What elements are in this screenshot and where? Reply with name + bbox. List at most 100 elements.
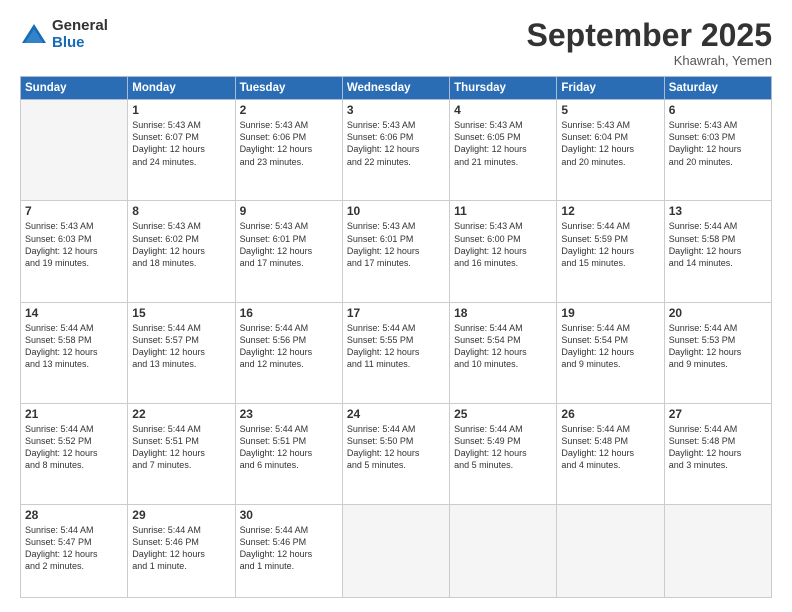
logo-icon (20, 21, 48, 49)
day-number: 7 (25, 204, 123, 218)
calendar-header-wednesday: Wednesday (342, 77, 449, 100)
day-info: Sunrise: 5:44 AM Sunset: 5:49 PM Dayligh… (454, 423, 552, 472)
calendar-cell: 5 Sunrise: 5:43 AM Sunset: 6:04 PM Daylig… (557, 100, 664, 201)
logo-text: General Blue (52, 18, 108, 51)
page: General Blue September 2025 Khawrah, Yem… (0, 0, 792, 612)
day-info: Sunrise: 5:44 AM Sunset: 5:59 PM Dayligh… (561, 220, 659, 269)
day-number: 21 (25, 407, 123, 421)
calendar-cell: 16 Sunrise: 5:44 AM Sunset: 5:56 PM Dayli… (235, 302, 342, 403)
day-info: Sunrise: 5:44 AM Sunset: 5:54 PM Dayligh… (454, 322, 552, 371)
day-info: Sunrise: 5:44 AM Sunset: 5:51 PM Dayligh… (132, 423, 230, 472)
calendar-cell: 6 Sunrise: 5:43 AM Sunset: 6:03 PM Daylig… (664, 100, 771, 201)
calendar-week-row: 14 Sunrise: 5:44 AM Sunset: 5:58 PM Dayli… (21, 302, 772, 403)
day-number: 3 (347, 103, 445, 117)
calendar-cell: 4 Sunrise: 5:43 AM Sunset: 6:05 PM Daylig… (450, 100, 557, 201)
calendar-cell (21, 100, 128, 201)
calendar-cell: 26 Sunrise: 5:44 AM Sunset: 5:48 PM Dayli… (557, 403, 664, 504)
calendar-cell: 19 Sunrise: 5:44 AM Sunset: 5:54 PM Dayli… (557, 302, 664, 403)
day-info: Sunrise: 5:43 AM Sunset: 6:05 PM Dayligh… (454, 119, 552, 168)
day-info: Sunrise: 5:44 AM Sunset: 5:52 PM Dayligh… (25, 423, 123, 472)
day-info: Sunrise: 5:44 AM Sunset: 5:57 PM Dayligh… (132, 322, 230, 371)
day-info: Sunrise: 5:44 AM Sunset: 5:47 PM Dayligh… (25, 524, 123, 573)
calendar-cell: 30Sunrise: 5:44 AM Sunset: 5:46 PM Dayli… (235, 505, 342, 598)
day-number: 30 (240, 508, 338, 522)
day-info: Sunrise: 5:43 AM Sunset: 6:04 PM Dayligh… (561, 119, 659, 168)
calendar-cell: 1 Sunrise: 5:43 AM Sunset: 6:07 PM Daylig… (128, 100, 235, 201)
day-number: 28 (25, 508, 123, 522)
day-info: Sunrise: 5:44 AM Sunset: 5:46 PM Dayligh… (132, 524, 230, 573)
day-number: 10 (347, 204, 445, 218)
day-number: 18 (454, 306, 552, 320)
day-number: 12 (561, 204, 659, 218)
day-number: 20 (669, 306, 767, 320)
day-number: 2 (240, 103, 338, 117)
day-info: Sunrise: 5:44 AM Sunset: 5:55 PM Dayligh… (347, 322, 445, 371)
day-info: Sunrise: 5:43 AM Sunset: 6:03 PM Dayligh… (669, 119, 767, 168)
calendar-cell: 13Sunrise: 5:44 AM Sunset: 5:58 PM Dayli… (664, 201, 771, 302)
day-info: Sunrise: 5:43 AM Sunset: 6:01 PM Dayligh… (347, 220, 445, 269)
calendar-cell: 24 Sunrise: 5:44 AM Sunset: 5:50 PM Dayli… (342, 403, 449, 504)
day-number: 1 (132, 103, 230, 117)
calendar-week-row: 1 Sunrise: 5:43 AM Sunset: 6:07 PM Daylig… (21, 100, 772, 201)
day-info: Sunrise: 5:44 AM Sunset: 5:48 PM Dayligh… (561, 423, 659, 472)
day-number: 8 (132, 204, 230, 218)
day-number: 22 (132, 407, 230, 421)
day-number: 4 (454, 103, 552, 117)
calendar-cell: 29 Sunrise: 5:44 AM Sunset: 5:46 PM Dayli… (128, 505, 235, 598)
day-info: Sunrise: 5:44 AM Sunset: 5:50 PM Dayligh… (347, 423, 445, 472)
day-info: Sunrise: 5:44 AM Sunset: 5:56 PM Dayligh… (240, 322, 338, 371)
calendar-header-row: SundayMondayTuesdayWednesdayThursdayFrid… (21, 77, 772, 100)
calendar-cell: 22 Sunrise: 5:44 AM Sunset: 5:51 PM Dayli… (128, 403, 235, 504)
calendar-header-saturday: Saturday (664, 77, 771, 100)
day-number: 14 (25, 306, 123, 320)
calendar-cell: 2 Sunrise: 5:43 AM Sunset: 6:06 PM Daylig… (235, 100, 342, 201)
calendar-header-tuesday: Tuesday (235, 77, 342, 100)
calendar-cell: 12 Sunrise: 5:44 AM Sunset: 5:59 PM Dayli… (557, 201, 664, 302)
day-info: Sunrise: 5:43 AM Sunset: 6:07 PM Dayligh… (132, 119, 230, 168)
day-info: Sunrise: 5:44 AM Sunset: 5:58 PM Dayligh… (25, 322, 123, 371)
day-number: 27 (669, 407, 767, 421)
calendar-cell: 23Sunrise: 5:44 AM Sunset: 5:51 PM Dayli… (235, 403, 342, 504)
day-number: 6 (669, 103, 767, 117)
logo-general-text: General (52, 18, 108, 35)
header: General Blue September 2025 Khawrah, Yem… (20, 18, 772, 68)
day-info: Sunrise: 5:43 AM Sunset: 6:06 PM Dayligh… (240, 119, 338, 168)
calendar-cell: 15 Sunrise: 5:44 AM Sunset: 5:57 PM Dayli… (128, 302, 235, 403)
day-number: 11 (454, 204, 552, 218)
day-info: Sunrise: 5:43 AM Sunset: 6:06 PM Dayligh… (347, 119, 445, 168)
calendar-cell: 25Sunrise: 5:44 AM Sunset: 5:49 PM Dayli… (450, 403, 557, 504)
day-info: Sunrise: 5:44 AM Sunset: 5:51 PM Dayligh… (240, 423, 338, 472)
calendar-cell: 14 Sunrise: 5:44 AM Sunset: 5:58 PM Dayli… (21, 302, 128, 403)
day-info: Sunrise: 5:44 AM Sunset: 5:48 PM Dayligh… (669, 423, 767, 472)
calendar-cell: 28 Sunrise: 5:44 AM Sunset: 5:47 PM Dayli… (21, 505, 128, 598)
calendar-week-row: 28 Sunrise: 5:44 AM Sunset: 5:47 PM Dayli… (21, 505, 772, 598)
calendar-table: SundayMondayTuesdayWednesdayThursdayFrid… (20, 76, 772, 598)
calendar-cell (450, 505, 557, 598)
calendar-cell: 20 Sunrise: 5:44 AM Sunset: 5:53 PM Dayli… (664, 302, 771, 403)
calendar-cell: 21 Sunrise: 5:44 AM Sunset: 5:52 PM Dayli… (21, 403, 128, 504)
day-info: Sunrise: 5:44 AM Sunset: 5:53 PM Dayligh… (669, 322, 767, 371)
logo: General Blue (20, 18, 108, 51)
calendar-header-sunday: Sunday (21, 77, 128, 100)
day-number: 29 (132, 508, 230, 522)
calendar-cell: 3 Sunrise: 5:43 AM Sunset: 6:06 PM Daylig… (342, 100, 449, 201)
day-number: 5 (561, 103, 659, 117)
calendar-header-friday: Friday (557, 77, 664, 100)
day-number: 15 (132, 306, 230, 320)
calendar-cell (557, 505, 664, 598)
day-number: 24 (347, 407, 445, 421)
calendar-cell: 27 Sunrise: 5:44 AM Sunset: 5:48 PM Dayli… (664, 403, 771, 504)
day-info: Sunrise: 5:43 AM Sunset: 6:00 PM Dayligh… (454, 220, 552, 269)
calendar-cell: 17 Sunrise: 5:44 AM Sunset: 5:55 PM Dayli… (342, 302, 449, 403)
day-info: Sunrise: 5:43 AM Sunset: 6:02 PM Dayligh… (132, 220, 230, 269)
day-info: Sunrise: 5:44 AM Sunset: 5:58 PM Dayligh… (669, 220, 767, 269)
day-number: 19 (561, 306, 659, 320)
calendar-cell (664, 505, 771, 598)
calendar-cell (342, 505, 449, 598)
day-number: 17 (347, 306, 445, 320)
day-info: Sunrise: 5:43 AM Sunset: 6:01 PM Dayligh… (240, 220, 338, 269)
month-title: September 2025 (527, 18, 772, 53)
day-number: 26 (561, 407, 659, 421)
day-number: 16 (240, 306, 338, 320)
day-info: Sunrise: 5:44 AM Sunset: 5:54 PM Dayligh… (561, 322, 659, 371)
